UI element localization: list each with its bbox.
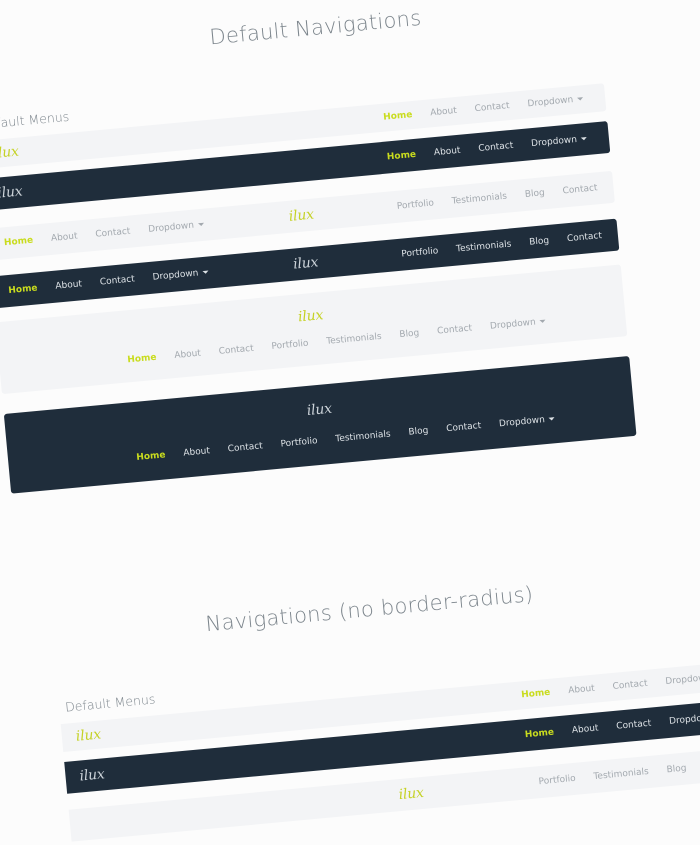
nav-dropdown[interactable]: Dropdown xyxy=(490,318,547,332)
nav-link-contact[interactable]: Contact xyxy=(99,274,135,287)
nav-link-contact[interactable]: Contact xyxy=(478,141,514,154)
nav-link-home[interactable]: Home xyxy=(383,110,413,123)
nav-link-about[interactable]: About xyxy=(430,106,457,118)
nav-link-blog[interactable]: Blog xyxy=(529,236,550,248)
nav-link-home[interactable]: Home xyxy=(127,353,157,366)
nav-link-about[interactable]: About xyxy=(51,231,78,243)
nav-link-contact[interactable]: Contact xyxy=(227,441,263,454)
nav-link-blog[interactable]: Blog xyxy=(524,188,545,200)
nav-link-contact[interactable]: Contact xyxy=(446,421,482,434)
nav-dropdown[interactable]: Dropdown xyxy=(527,95,584,109)
brand-logo[interactable]: ilux xyxy=(288,207,314,225)
nav-menu: Home About Contact Dropdown xyxy=(521,673,700,701)
nav-link-portfolio[interactable]: Portfolio xyxy=(538,774,576,787)
nav-link-about[interactable]: About xyxy=(571,723,598,735)
nav-link-contact[interactable]: Contact xyxy=(95,227,131,240)
nav-link-contact[interactable]: Contact xyxy=(218,344,254,357)
nav-link-home[interactable]: Home xyxy=(8,283,38,296)
nav-menu-left: Home About Contact Dropdown xyxy=(4,221,205,249)
nav-link-blog[interactable]: Blog xyxy=(408,426,429,438)
nav-link-contact[interactable]: Contact xyxy=(562,183,598,196)
default-menus-label: Default Menus xyxy=(0,108,70,133)
nav-menu-right: Portfolio Testimonials Blog Contact xyxy=(397,183,598,212)
nav-link-portfolio[interactable]: Portfolio xyxy=(280,436,318,449)
nav-menu: Home About Contact Dropdown xyxy=(387,135,588,163)
nav-link-about[interactable]: About xyxy=(568,684,595,696)
nav-link-testimonials[interactable]: Testimonials xyxy=(326,332,382,347)
nav-menu-right: Portfolio Testimonials Blog Contact xyxy=(538,760,700,788)
nav-link-portfolio[interactable]: Portfolio xyxy=(271,339,309,352)
brand-logo[interactable]: ilux xyxy=(293,254,319,272)
brand-logo[interactable]: ilux xyxy=(306,401,332,419)
nav-link-home[interactable]: Home xyxy=(524,728,554,741)
nav-link-portfolio[interactable]: Portfolio xyxy=(397,198,435,211)
nav-link-home[interactable]: Home xyxy=(136,450,166,463)
nav-link-contact[interactable]: Contact xyxy=(616,719,652,732)
section-title-no-border-radius: Navigations (no border-radius) xyxy=(204,581,535,637)
nav-link-portfolio[interactable]: Portfolio xyxy=(401,246,439,259)
nav-dropdown[interactable]: Dropdown xyxy=(148,221,205,235)
nav-link-about[interactable]: About xyxy=(434,146,461,158)
nav-dropdown[interactable]: Dropdown xyxy=(669,713,700,727)
nav-link-contact[interactable]: Contact xyxy=(567,231,603,244)
nav-menu: Home About Contact Portfolio Testimonial… xyxy=(136,415,555,463)
nav-link-home[interactable]: Home xyxy=(4,236,34,249)
nav-link-about[interactable]: About xyxy=(55,279,82,291)
nav-menu: Home About Contact Portfolio Testimonial… xyxy=(127,318,546,366)
nav-dropdown[interactable]: Dropdown xyxy=(499,415,556,429)
nav-link-contact[interactable]: Contact xyxy=(612,679,648,692)
nav-menu: Home About Contact Dropdown xyxy=(524,713,700,741)
nav-link-testimonials[interactable]: Testimonials xyxy=(335,429,391,444)
page-canvas: Default Navigations Default Menus ilux H… xyxy=(0,0,700,842)
nav-link-home[interactable]: Home xyxy=(387,150,417,163)
brand-logo[interactable]: ilux xyxy=(297,307,323,325)
brand-logo[interactable]: ilux xyxy=(79,766,105,784)
nav-dropdown[interactable]: Dropdown xyxy=(531,135,588,149)
nav-link-home[interactable]: Home xyxy=(521,688,551,701)
nav-link-about[interactable]: About xyxy=(174,349,201,361)
nav-link-blog[interactable]: Blog xyxy=(399,328,420,340)
nav-link-blog[interactable]: Blog xyxy=(666,764,687,776)
brand-logo[interactable]: ilux xyxy=(0,183,23,201)
nav-link-testimonials[interactable]: Testimonials xyxy=(593,767,649,782)
nav-dropdown[interactable]: Dropdown xyxy=(665,673,700,687)
default-menus-label: Default Menus xyxy=(64,691,156,715)
nav-link-contact[interactable]: Contact xyxy=(474,101,510,114)
brand-logo[interactable]: ilux xyxy=(0,144,19,162)
section-title-default-navigations: Default Navigations xyxy=(208,5,423,50)
nav-link-contact[interactable]: Contact xyxy=(437,323,473,336)
nav-menu-left: Home About Contact Dropdown xyxy=(8,268,209,296)
nav-menu: Home About Contact Dropdown xyxy=(383,95,584,123)
nav-dropdown[interactable]: Dropdown xyxy=(152,268,209,282)
brand-logo[interactable]: ilux xyxy=(75,726,101,744)
nav-link-testimonials[interactable]: Testimonials xyxy=(456,239,512,254)
nav-menu-right: Portfolio Testimonials Blog Contact xyxy=(401,231,603,260)
nav-link-testimonials[interactable]: Testimonials xyxy=(451,192,507,207)
nav-link-about[interactable]: About xyxy=(183,446,210,458)
